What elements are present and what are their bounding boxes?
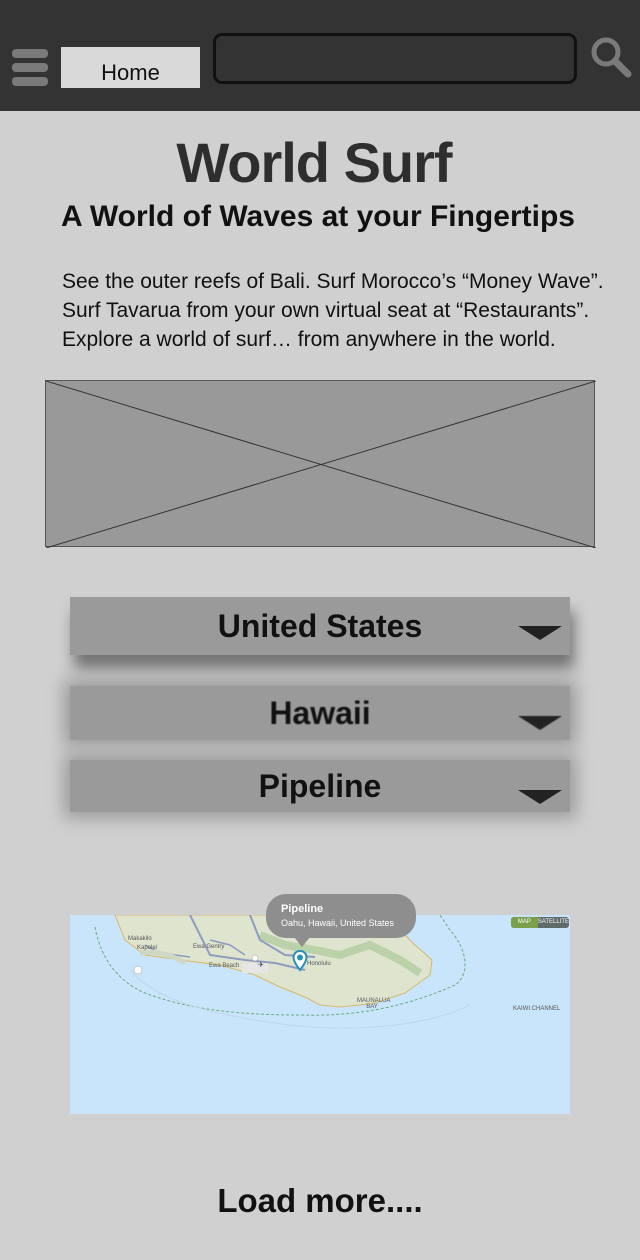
map-place-label: Makakilo	[128, 936, 152, 942]
hamburger-menu-icon[interactable]	[12, 49, 48, 87]
callout-pointer	[294, 937, 310, 947]
load-more-button[interactable]: Load more....	[0, 1182, 640, 1220]
callout-spot-location: Oahu, Hawaii, United States	[281, 918, 395, 928]
spot-select[interactable]: Pipeline	[70, 760, 570, 812]
page-subtitle: A World of Waves at your Fingertips	[61, 200, 575, 233]
intro-line: Explore a world of surf… from anywhere i…	[62, 328, 556, 351]
svg-text:✈: ✈	[258, 961, 264, 969]
region-select-value: Hawaii	[269, 694, 371, 731]
satellite-view-button[interactable]: SATELLITE	[538, 917, 569, 928]
chevron-down-icon	[518, 716, 562, 730]
map-place-label: Kapolei	[137, 945, 158, 951]
chevron-down-icon	[518, 790, 562, 804]
callout-spot-name: Pipeline	[281, 903, 324, 915]
map-place-label: Ewa Beach	[209, 963, 240, 969]
top-navigation-bar: Home	[0, 0, 640, 111]
map-place-label: KAIWI CHANNEL	[513, 1006, 561, 1012]
map-location-callout[interactable]: Pipeline Oahu, Hawaii, United States	[266, 894, 416, 938]
location-pin-icon[interactable]	[292, 950, 308, 972]
map-view-button[interactable]: MAP	[511, 917, 538, 928]
map-place-label: MAUNALUA BAY	[357, 998, 391, 1010]
home-button[interactable]: Home	[61, 47, 200, 88]
intro-line: Surf Tavarua from your own virtual seat …	[62, 299, 590, 322]
hero-image-placeholder	[45, 380, 596, 548]
page-title: World Surf	[176, 131, 452, 194]
surf-spot-map[interactable]: ✈ Makakilo Kapolei Ewa Beach Ewa Gentry …	[70, 915, 570, 1114]
country-select-value: United States	[217, 607, 423, 644]
map-place-label: Ewa Gentry	[193, 944, 225, 950]
intro-paragraph: See the outer reefs of Bali. Surf Morocc…	[62, 267, 632, 354]
search-icon[interactable]	[590, 36, 632, 78]
chevron-down-icon	[518, 626, 562, 640]
search-input[interactable]	[213, 33, 577, 84]
spot-select-value: Pipeline	[258, 767, 382, 804]
region-select[interactable]: Hawaii	[70, 686, 570, 740]
map-type-toggle[interactable]: MAP SATELLITE	[511, 917, 569, 928]
map-place-label: Honolulu	[307, 961, 331, 967]
country-select[interactable]: United States	[70, 597, 570, 655]
intro-line: See the outer reefs of Bali. Surf Morocc…	[62, 270, 604, 293]
